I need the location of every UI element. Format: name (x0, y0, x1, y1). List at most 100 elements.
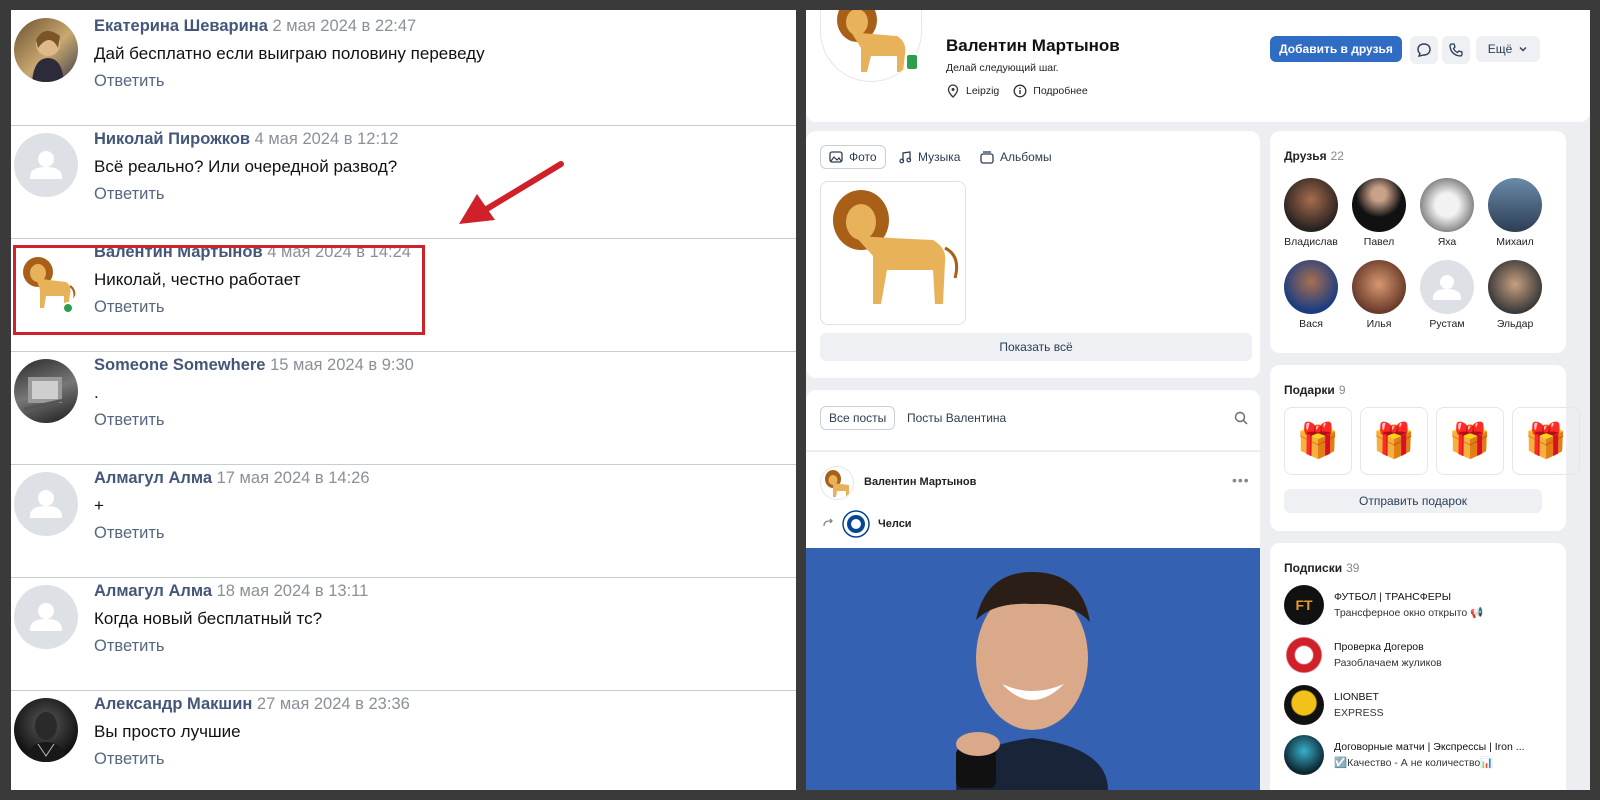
gifts-title[interactable]: Подарки 9 (1284, 383, 1346, 397)
tab-albums[interactable]: Альбомы (980, 150, 1052, 164)
avatar[interactable] (14, 359, 78, 423)
gift-box-icon: 🎁 (1448, 422, 1492, 460)
avatar[interactable] (14, 133, 78, 197)
author-link[interactable]: Алмагул Алма (94, 469, 212, 487)
photo-icon (829, 151, 843, 163)
avatar[interactable] (14, 18, 78, 82)
comment-header: Алмагул Алма 17 мая 2024 в 14:26 (94, 469, 370, 488)
avatar (1420, 260, 1474, 314)
reply-button[interactable]: Ответить (94, 750, 165, 769)
reply-button[interactable]: Ответить (94, 411, 165, 430)
comment-date[interactable]: 2 мая 2024 в 22:47 (272, 17, 416, 35)
comment-header: Александр Макшин 27 мая 2024 в 23:36 (94, 695, 410, 714)
post-image[interactable] (806, 548, 1260, 790)
subscription-name: Проверка Догеров (1334, 641, 1424, 653)
friend-item[interactable]: Илья (1347, 260, 1411, 330)
reply-button[interactable]: Ответить (94, 185, 165, 204)
subscription-item[interactable]: Договорные матчи | Экспрессы | Iron ... ☑… (1284, 735, 1525, 775)
phone-icon (1449, 43, 1463, 57)
comment-date[interactable]: 18 мая 2024 в 13:11 (217, 582, 369, 600)
gift-item[interactable]: 🎁 (1284, 407, 1352, 475)
message-icon (1417, 43, 1431, 57)
comment-item: Екатерина Шеварина 2 мая 2024 в 22:47 Да… (11, 10, 796, 126)
comment-item: Алмагул Алма 17 мая 2024 в 14:26 + Ответ… (11, 462, 796, 578)
comment-date[interactable]: 17 мая 2024 в 14:26 (217, 469, 370, 487)
post-menu-icon[interactable]: ••• (1232, 472, 1250, 488)
photo-thumbnail[interactable] (820, 181, 966, 325)
author-link[interactable]: Николай Пирожков (94, 130, 250, 148)
subscription-item[interactable]: LIONBET EXPRESS (1284, 685, 1384, 725)
friend-item[interactable]: Владислав (1279, 178, 1343, 248)
friend-item[interactable]: Павел (1347, 178, 1411, 248)
subscription-item[interactable]: Проверка Догеров Разоблачаем жуликов (1284, 635, 1442, 675)
friends-count: 22 (1330, 149, 1344, 163)
tab-label: Альбомы (1000, 150, 1052, 164)
album-icon (980, 151, 994, 164)
tab-author-posts[interactable]: Посты Валентина (907, 411, 1006, 425)
friend-item[interactable]: Вася (1279, 260, 1343, 330)
comment-text: Когда новый бесплатный тс? (94, 609, 323, 628)
subscriptions-title[interactable]: Подписки 39 (1284, 561, 1359, 575)
author-link[interactable]: Александр Макшин (94, 695, 252, 713)
default-user-icon (30, 490, 62, 518)
mobile-online-icon (905, 53, 919, 71)
repost-source[interactable]: Челси (878, 518, 912, 530)
tab-music[interactable]: Музыка (898, 150, 960, 164)
lion-icon (825, 470, 849, 497)
search-icon[interactable] (1234, 411, 1248, 425)
more-info-link[interactable]: Подробнее (1033, 85, 1087, 97)
section-label: Подписки (1284, 561, 1343, 575)
comment-date[interactable]: 27 мая 2024 в 23:36 (257, 695, 410, 713)
comment-date[interactable]: 15 мая 2024 в 9:30 (270, 356, 414, 374)
show-all-button[interactable]: Показать всё (820, 333, 1252, 361)
author-link[interactable]: Someone Somewhere (94, 356, 265, 374)
subscription-desc: Разоблачаем жуликов (1334, 657, 1442, 669)
subscriptions-count: 39 (1346, 561, 1360, 575)
repost-icon (823, 518, 833, 527)
call-button[interactable] (1442, 36, 1470, 64)
info-icon (1013, 84, 1027, 98)
comment-header: Николай Пирожков 4 мая 2024 в 12:12 (94, 130, 398, 149)
default-user-icon (1433, 275, 1461, 300)
post-author-avatar[interactable] (820, 466, 854, 500)
friend-item[interactable]: Рустам (1415, 260, 1479, 330)
friend-name: Илья (1366, 318, 1392, 330)
reply-button[interactable]: Ответить (94, 637, 165, 656)
comment-date[interactable]: 4 мая 2024 в 12:12 (255, 130, 399, 148)
lionbet-logo-icon (1284, 685, 1324, 725)
send-gift-button[interactable]: Отправить подарок (1284, 489, 1542, 513)
avatar (1284, 260, 1338, 314)
post-author-name[interactable]: Валентин Мартынов (864, 476, 976, 488)
author-link[interactable]: Алмагул Алма (94, 582, 212, 600)
friend-name: Павел (1363, 236, 1395, 248)
tab-label: Посты Валентина (907, 411, 1007, 425)
music-icon (899, 151, 912, 164)
author-link[interactable]: Екатерина Шеварина (94, 17, 268, 35)
more-button[interactable]: Ещё (1476, 36, 1540, 62)
gift-item[interactable]: 🎁 (1436, 407, 1504, 475)
friend-item[interactable]: Эльдар (1483, 260, 1547, 330)
gift-box-icon: 🎁 (1524, 422, 1568, 460)
comment-header: Someone Somewhere 15 мая 2024 в 9:30 (94, 356, 414, 375)
subscription-name: ФУТБОЛ | ТРАНСФЕРЫ (1334, 591, 1452, 603)
friend-item[interactable]: Яха (1415, 178, 1479, 248)
reply-button[interactable]: Ответить (94, 524, 165, 543)
subscription-item[interactable]: FT ФУТБОЛ | ТРАНСФЕРЫ Трансферное окно от… (1284, 585, 1483, 625)
avatar[interactable] (14, 698, 78, 762)
comment-item: Николай Пирожков 4 мая 2024 в 12:12 Всё … (11, 123, 796, 239)
avatar[interactable] (14, 472, 78, 536)
friends-title[interactable]: Друзья 22 (1284, 149, 1344, 163)
friend-item[interactable]: Михаил (1483, 178, 1547, 248)
avatar[interactable] (14, 585, 78, 649)
chelsea-logo-icon[interactable] (842, 510, 870, 538)
gift-item[interactable]: 🎁 (1512, 407, 1580, 475)
media-card: Фото Музыка Альбомы Показать всё (806, 131, 1260, 378)
tab-all-posts[interactable]: Все посты (820, 406, 896, 430)
reply-button[interactable]: Ответить (94, 72, 165, 91)
comment-text: . (94, 383, 99, 402)
message-button[interactable] (1410, 36, 1438, 64)
gift-item[interactable]: 🎁 (1360, 407, 1428, 475)
tab-photos[interactable]: Фото (820, 145, 886, 169)
add-friend-button[interactable]: Добавить в друзья (1270, 36, 1402, 62)
friend-name: Вася (1299, 318, 1323, 330)
